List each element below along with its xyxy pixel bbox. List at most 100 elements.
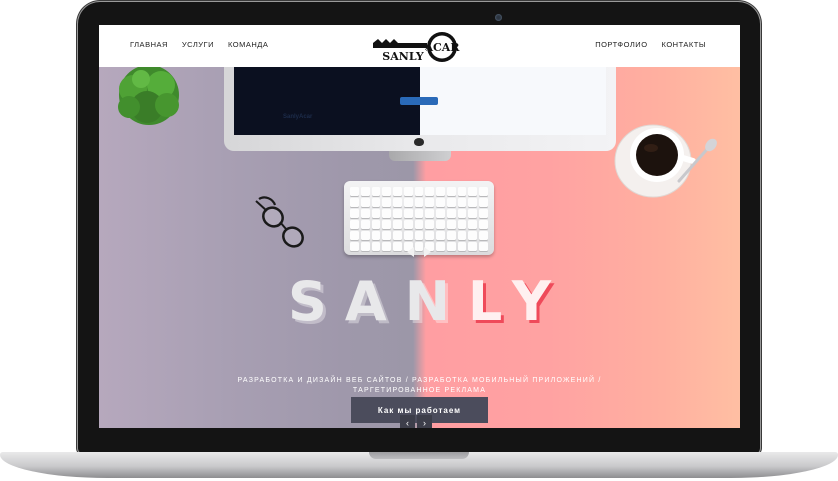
keyboard-key (360, 231, 370, 240)
keyboard-key (382, 231, 392, 240)
slider-next-button[interactable]: › (417, 415, 432, 428)
slider-prev-button[interactable]: ‹ (400, 415, 415, 428)
keyboard-key (360, 209, 370, 218)
keyboard-key (425, 231, 435, 240)
nav-left: ГЛАВНАЯ УСЛУГИ КОМАНДА (130, 40, 282, 49)
keyboard-key (436, 231, 445, 240)
keyboard-key (382, 220, 392, 229)
nav-link-team[interactable]: КОМАНДА (228, 40, 268, 49)
slider-controls: ‹ › (400, 415, 432, 428)
hero-subtitle: РАЗРАБОТКА И ДИЗАЙН ВЕБ САЙТОВ / РАЗРАБО… (199, 376, 640, 396)
hero-title: SANLY (99, 273, 740, 331)
keyboard-key (446, 198, 456, 207)
keyboard-key (414, 198, 424, 207)
keyboard-key (425, 209, 435, 218)
keyboard-key (350, 209, 359, 218)
keyboard-key (414, 187, 424, 196)
camera-icon (495, 14, 502, 21)
keyboard-key (393, 220, 402, 229)
keyboard-key (360, 220, 370, 229)
keyboard-key (371, 187, 381, 196)
keyboard-key (350, 231, 359, 240)
keyboard-key (393, 187, 402, 196)
keyboard-key (371, 242, 381, 251)
keyboard-key (393, 242, 402, 251)
hero-section: SanlyAcar SANLY РАЗРАБОТКА И ДИЗАЙН ВЕБ … (99, 67, 740, 428)
chevron-right-icon: › (423, 417, 426, 428)
keyboard-key (436, 198, 445, 207)
laptop-mockup: ГЛАВНАЯ УСЛУГИ КОМАНДА ACAR SANLY ПОРТФО… (0, 0, 838, 481)
keyboard-key (393, 209, 402, 218)
logo-main-text: SANLY (382, 50, 424, 63)
keyboard-key (382, 198, 392, 207)
split-arrows-icon[interactable] (405, 245, 433, 259)
keyboard-key (479, 242, 488, 251)
keyboard-key (425, 198, 435, 207)
keyboard-key (479, 187, 488, 196)
keyboard-key (425, 220, 435, 229)
keyboard-key (468, 209, 478, 218)
hero-title-part4: Y (511, 270, 569, 333)
keyboard-key (436, 242, 445, 251)
keyboard-key (403, 198, 413, 207)
keyboard-key (468, 198, 478, 207)
keyboard-key (446, 242, 456, 251)
keyboard-key (457, 187, 467, 196)
hero-title-part3: L (467, 270, 512, 333)
keyboard-key (446, 209, 456, 218)
keyboard-key (414, 231, 424, 240)
nav-link-contacts[interactable]: КОНТАКТЫ (662, 40, 706, 49)
keyboard-key (350, 187, 359, 196)
keyboard-key (457, 198, 467, 207)
keyboard-key (436, 220, 445, 229)
hero-title-part1: SA (288, 270, 405, 333)
keyboard-key (479, 198, 488, 207)
keyboard-key (479, 231, 488, 240)
keyboard-key (393, 198, 402, 207)
hero-subtitle-line1: РАЗРАБОТКА И ДИЗАЙН ВЕБ САЙТОВ / РАЗРАБО… (237, 377, 602, 384)
laptop-notch (369, 452, 469, 459)
keyboard-image (344, 181, 494, 255)
chevron-left-icon: ‹ (406, 417, 409, 428)
navbar: ГЛАВНАЯ УСЛУГИ КОМАНДА ACAR SANLY ПОРТФО… (99, 25, 740, 67)
keyboard-key (403, 220, 413, 229)
keyboard-key (350, 220, 359, 229)
keyboard-key (468, 187, 478, 196)
keyboard-key (371, 231, 381, 240)
keyboard-key (457, 231, 467, 240)
keyboard-key (446, 220, 456, 229)
nav-link-services[interactable]: УСЛУГИ (182, 40, 214, 49)
keyboard-key (446, 231, 456, 240)
keyboard-key (468, 220, 478, 229)
keyboard-key (360, 242, 370, 251)
plant-image (118, 67, 179, 125)
keyboard-key (457, 220, 467, 229)
monitor-image (224, 67, 616, 161)
keyboard-key (360, 198, 370, 207)
keyboard-key (382, 187, 392, 196)
monitor-screen-dark (234, 67, 420, 135)
keyboard-key (382, 242, 392, 251)
apple-logo-icon (414, 138, 424, 146)
keyboard-key (371, 198, 381, 207)
keyboard-key (425, 187, 435, 196)
keyboard-key (414, 220, 424, 229)
keyboard-key (414, 209, 424, 218)
glasses-image (255, 196, 304, 248)
keyboard-key (457, 242, 467, 251)
monitor-screen-light (420, 67, 606, 135)
keyboard-key (371, 209, 381, 218)
nav-right: ПОРТФОЛИО КОНТАКТЫ (581, 40, 706, 49)
monitor-site-nav (400, 97, 438, 105)
keyboard-key (393, 231, 402, 240)
website-screen: ГЛАВНАЯ УСЛУГИ КОМАНДА ACAR SANLY ПОРТФО… (99, 25, 740, 428)
logo[interactable]: ACAR SANLY (370, 30, 464, 64)
keyboard-key (457, 209, 467, 218)
keyboard-key (360, 187, 370, 196)
keyboard-key (468, 231, 478, 240)
hero-subtitle-line2: ТАРГЕТИРОВАННОЕ РЕКЛАМА (352, 387, 487, 394)
logo-accent-text: ACAR (424, 41, 461, 54)
hero-title-part2: N (404, 270, 468, 333)
nav-link-home[interactable]: ГЛАВНАЯ (130, 40, 168, 49)
nav-link-portfolio[interactable]: ПОРТФОЛИО (595, 40, 647, 49)
